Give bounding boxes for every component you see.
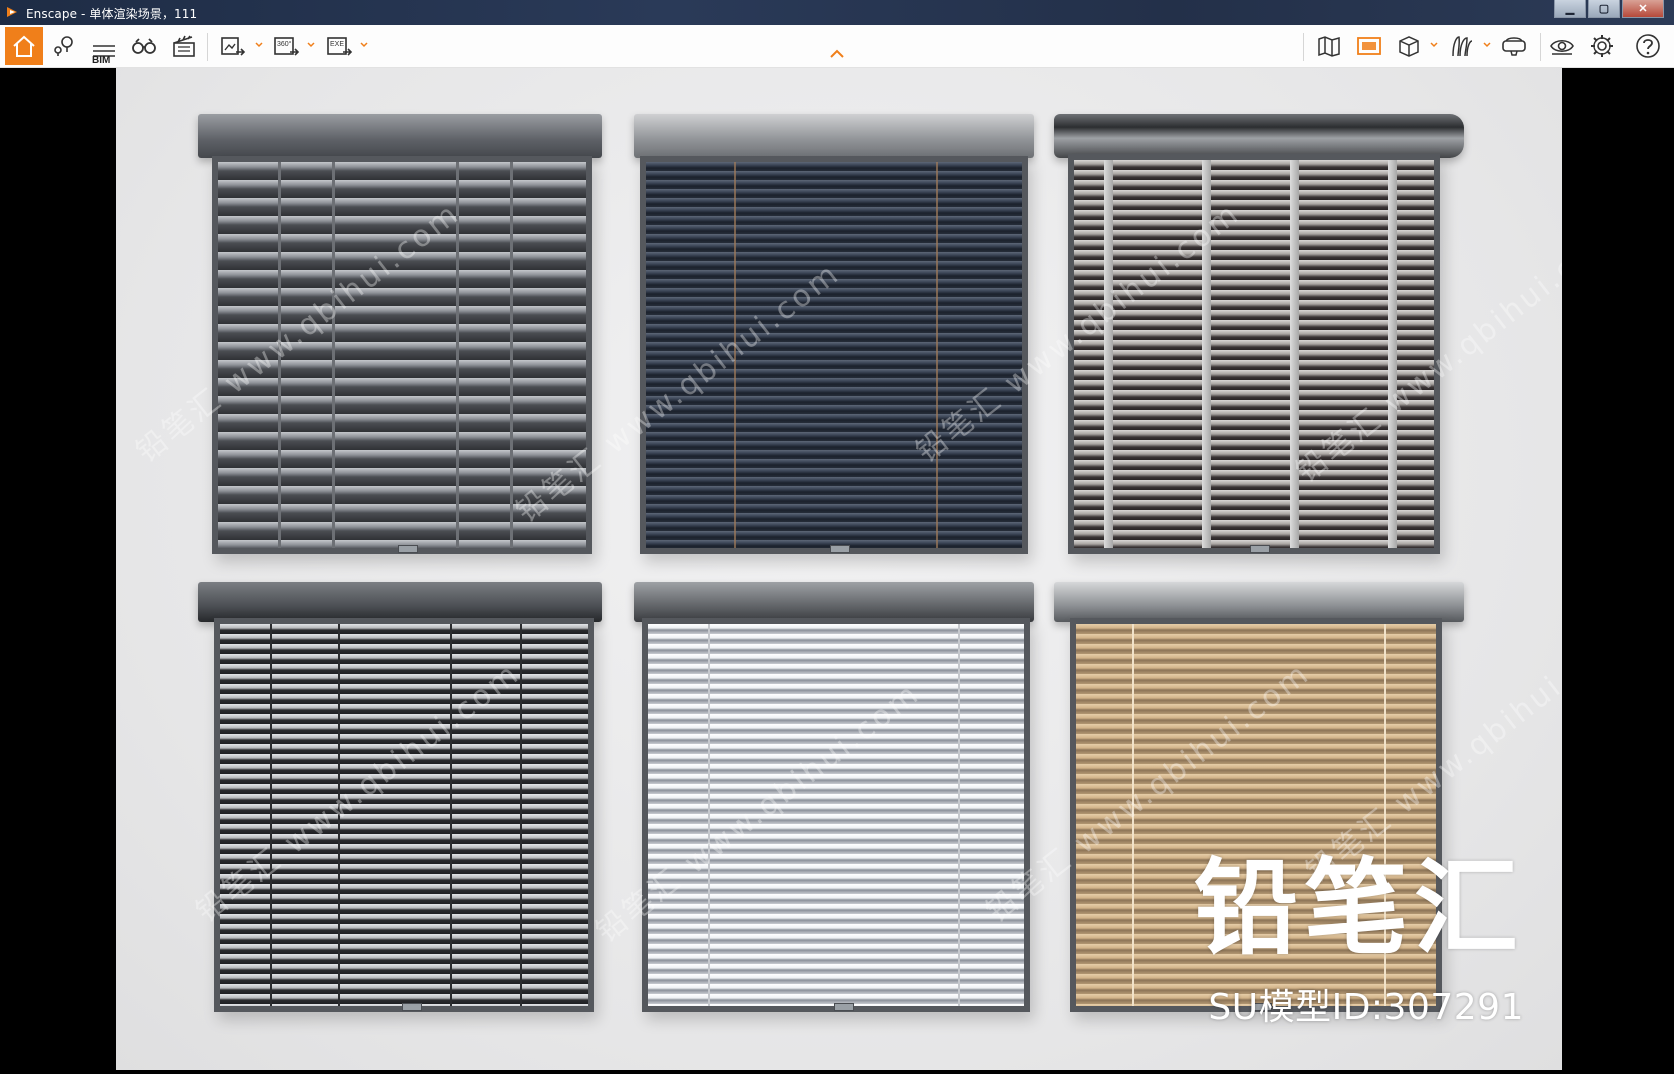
collapse-toolbar-icon[interactable] (828, 48, 846, 60)
vr-headset-button[interactable] (1500, 32, 1528, 60)
blind-headrail (634, 114, 1034, 158)
help-button[interactable] (1634, 32, 1662, 60)
vegetation-icon (1452, 36, 1473, 57)
blind-headrail (1054, 582, 1464, 622)
svg-text:360°: 360° (277, 40, 292, 48)
blind-handle (830, 545, 850, 553)
chevron-down-icon[interactable] (1483, 41, 1491, 49)
bim-label: BIM (92, 55, 111, 66)
view-eye-icon (1550, 39, 1574, 55)
svg-text:EXE: EXE (330, 41, 344, 48)
close-button[interactable]: ✕ (1622, 0, 1664, 18)
blind-frame (642, 618, 1030, 1012)
viewport-right-border (1562, 68, 1674, 1070)
home-button[interactable] (5, 27, 43, 65)
gear-icon (1591, 35, 1613, 57)
export-image-icon (221, 37, 246, 56)
toolbar-separator (1540, 33, 1541, 61)
chevron-down-icon[interactable] (1430, 41, 1438, 49)
export-exe-icon: EXE (327, 37, 353, 56)
cube-view-icon (1399, 36, 1419, 57)
visual-settings-button[interactable] (1355, 32, 1383, 60)
binoculars-icon (132, 38, 156, 54)
minimize-button[interactable]: ▁ (1554, 0, 1586, 18)
blind-handle (1250, 545, 1270, 553)
map-button[interactable] (1315, 32, 1343, 60)
enscape-toolbar: BIM 360° EXE (0, 25, 1674, 68)
toolbar-separator (207, 33, 208, 61)
clapperboard-icon (173, 35, 195, 57)
home-icon (13, 35, 35, 57)
chevron-down-icon[interactable] (360, 41, 368, 49)
window-titlebar: Enscape - 单体渲染场景，111 ▁ ▢ ✕ (0, 0, 1674, 25)
toolbar-separator (1303, 33, 1304, 61)
blind-handle (834, 1003, 854, 1011)
help-icon (1636, 34, 1660, 58)
blind-navy-narrow-slat (634, 114, 1034, 554)
blind-white-slat (634, 582, 1034, 1012)
location-pins-button[interactable] (50, 32, 78, 60)
watermark-model-id: SU模型ID:307291 (1208, 987, 1524, 1028)
blind-frame (1068, 154, 1440, 554)
view-button[interactable] (1548, 32, 1576, 60)
blind-headrail (198, 582, 602, 622)
watermark-brand: 铅笔汇 (1193, 847, 1524, 969)
export-image-button[interactable] (218, 32, 246, 60)
window-title: Enscape - 单体渲染场景，111 (26, 7, 198, 21)
export-360-button[interactable]: 360° (272, 32, 300, 60)
export-360-icon: 360° (274, 37, 300, 56)
blind-handle (398, 545, 418, 553)
visual-settings-icon (1357, 37, 1381, 55)
blind-frame (640, 156, 1028, 554)
map-icon (1318, 36, 1340, 57)
cube-view-button[interactable] (1395, 32, 1423, 60)
video-editor-button[interactable] (170, 32, 198, 60)
chevron-down-icon[interactable] (255, 41, 263, 49)
blind-headrail (198, 114, 602, 158)
location-pins-icon (54, 36, 73, 56)
binoculars-button[interactable] (130, 32, 158, 60)
enscape-logo-icon (7, 7, 17, 17)
blind-silver-wide-headrail (1054, 114, 1464, 554)
blind-headrail (1054, 114, 1464, 158)
vegetation-button[interactable] (1448, 32, 1476, 60)
settings-button[interactable] (1588, 32, 1616, 60)
viewport-left-border (4, 68, 116, 1070)
blind-handle (402, 1003, 422, 1011)
blind-frame (214, 618, 594, 1012)
maximize-button[interactable]: ▢ (1588, 0, 1620, 18)
chevron-down-icon[interactable] (307, 41, 315, 49)
blind-frame (212, 156, 592, 554)
vr-headset-icon (1502, 37, 1526, 56)
blind-dark-grey-wide-slat (198, 114, 602, 554)
blind-black-slat (198, 582, 602, 1012)
window-controls: ▁ ▢ ✕ (1552, 0, 1664, 18)
export-exe-button[interactable]: EXE (325, 32, 353, 60)
blind-headrail (634, 582, 1034, 622)
